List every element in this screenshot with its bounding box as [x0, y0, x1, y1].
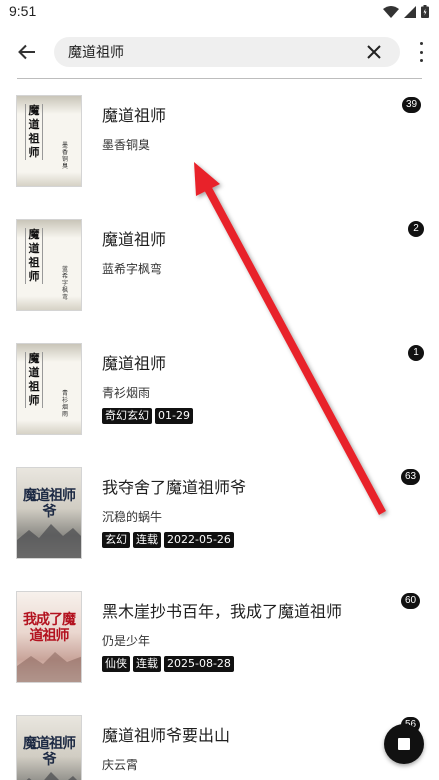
- book-tags: 仙侠 连载 2025-08-28: [102, 656, 234, 672]
- book-title: 魔道祖师: [102, 354, 167, 373]
- clear-search-button[interactable]: [364, 42, 384, 62]
- status-icons: [383, 5, 429, 18]
- chapter-count-badge: 39: [402, 97, 422, 113]
- status-tag: 连载: [133, 532, 161, 548]
- cover-title: 我成了魔道祖师: [23, 612, 76, 644]
- cover-title: 魔道祖师: [25, 352, 43, 408]
- book-result-item[interactable]: 魔道祖师 青衫烟雨 魔道祖师 青衫烟雨 奇幻玄幻 01-29 1: [0, 343, 439, 443]
- mountain-art-icon: [26, 772, 77, 780]
- cover-author: 青衫烟雨: [62, 390, 69, 418]
- wifi-icon: [383, 5, 399, 18]
- book-author: 仍是少年: [102, 634, 151, 648]
- status-bar: 9:51: [0, 0, 439, 26]
- battery-icon: [421, 5, 429, 18]
- book-title: 我夺舍了魔道祖师爷: [102, 478, 247, 497]
- book-cover: 魔道祖师爷: [16, 715, 82, 780]
- book-title: 魔道祖师爷要出山: [102, 726, 231, 745]
- date-tag: 2025-08-28: [164, 656, 234, 672]
- search-input[interactable]: [68, 41, 348, 63]
- book-result-item[interactable]: 魔道祖师 墨香铜臭 魔道祖师 墨香铜臭 39: [0, 95, 439, 195]
- book-title: 魔道祖师: [102, 106, 167, 125]
- close-icon: [367, 45, 381, 59]
- date-tag: 2022-05-26: [164, 532, 234, 548]
- search-field: [54, 37, 400, 67]
- book-result-item[interactable]: 我成了魔道祖师 黑木崖抄书百年，我成了魔道祖师 仍是少年 仙侠 连载 2025-…: [0, 591, 439, 691]
- book-title: 魔道祖师: [102, 230, 167, 249]
- book-author: 蓝希字枫弯: [102, 262, 163, 276]
- cover-author: 蓝希字枫弯: [62, 266, 69, 301]
- book-cover: 魔道祖师 墨香铜臭: [16, 95, 82, 187]
- cover-title: 魔道祖师爷: [23, 488, 76, 520]
- genre-tag: 玄幻: [102, 532, 130, 548]
- book-tags: 玄幻 连载 2022-05-26: [102, 532, 234, 548]
- date-tag: 01-29: [155, 408, 193, 424]
- book-result-item[interactable]: 魔道祖师爷 魔道祖师爷要出山 庆云霄 56: [0, 715, 439, 780]
- cover-author: 墨香铜臭: [62, 142, 69, 170]
- more-options-button[interactable]: [417, 42, 425, 62]
- search-bar: [0, 30, 439, 74]
- stop-icon: [398, 738, 410, 750]
- mountain-art-icon: [17, 524, 81, 558]
- status-tag: 连载: [133, 656, 161, 672]
- book-cover: 魔道祖师 青衫烟雨: [16, 343, 82, 435]
- arrow-left-icon: [18, 44, 35, 60]
- chapter-count-badge: 63: [401, 469, 421, 485]
- mountain-art-icon: [17, 652, 81, 682]
- book-author: 庆云霄: [102, 758, 139, 772]
- cover-title: 魔道祖师: [25, 104, 43, 160]
- divider: [17, 78, 422, 79]
- book-cover: 我成了魔道祖师: [16, 591, 82, 683]
- genre-tag: 奇幻玄幻: [102, 408, 152, 424]
- book-title: 黑木崖抄书百年，我成了魔道祖师: [102, 602, 343, 621]
- status-time: 9:51: [9, 3, 37, 19]
- book-cover: 魔道祖师爷: [16, 467, 82, 559]
- book-result-item[interactable]: 魔道祖师 蓝希字枫弯 魔道祖师 蓝希字枫弯 2: [0, 219, 439, 319]
- chapter-count-badge: 60: [401, 593, 421, 609]
- book-author: 墨香铜臭: [102, 138, 151, 152]
- book-cover: 魔道祖师 蓝希字枫弯: [16, 219, 82, 311]
- cover-title: 魔道祖师: [25, 228, 43, 284]
- cover-title: 魔道祖师爷: [23, 736, 76, 768]
- book-result-item[interactable]: 魔道祖师爷 我夺舍了魔道祖师爷 沉稳的蜗牛 玄幻 连载 2022-05-26 6…: [0, 467, 439, 567]
- book-author: 青衫烟雨: [102, 386, 151, 400]
- genre-tag: 仙侠: [102, 656, 130, 672]
- chapter-count-badge: 2: [408, 221, 424, 237]
- book-tags: 奇幻玄幻 01-29: [102, 408, 193, 424]
- more-vertical-icon: [419, 42, 423, 45]
- back-button[interactable]: [12, 38, 42, 66]
- signal-icon: [404, 5, 416, 18]
- book-author: 沉稳的蜗牛: [102, 510, 163, 524]
- chapter-count-badge: 1: [408, 345, 424, 361]
- stop-fab-button[interactable]: [384, 724, 424, 764]
